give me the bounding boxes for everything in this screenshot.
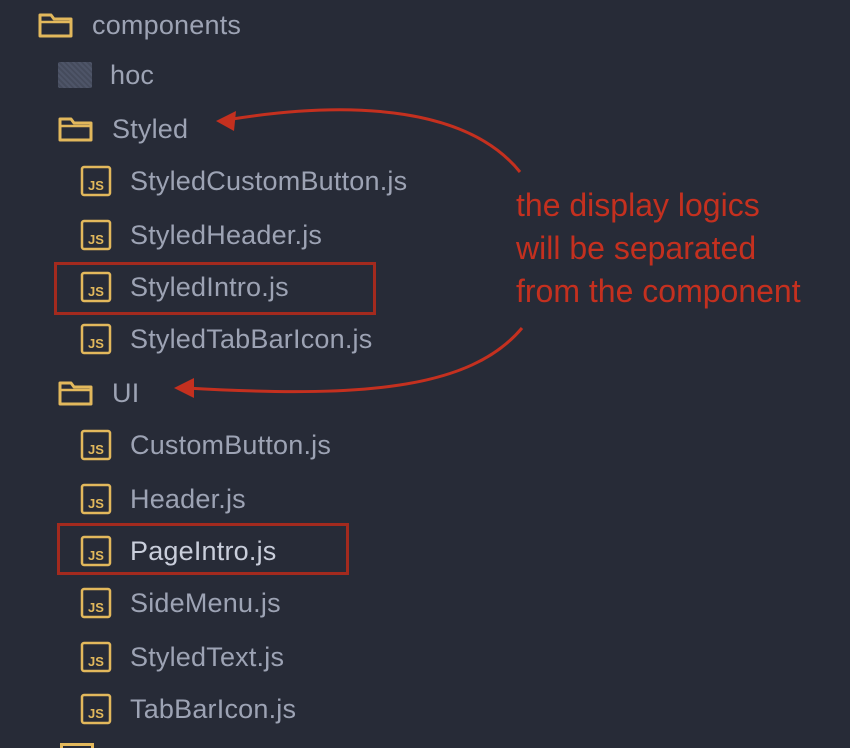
annotation-arrows bbox=[174, 108, 524, 398]
arrowhead-ui bbox=[174, 378, 194, 398]
annotation-line: will be separated bbox=[516, 230, 757, 266]
annotation-line: from the component bbox=[516, 273, 801, 309]
arrow-to-ui-folder bbox=[185, 327, 524, 394]
annotation-note: the display logics will be separated fro… bbox=[516, 184, 801, 313]
arrowhead-styled bbox=[216, 111, 236, 131]
arrow-to-styled-folder bbox=[225, 108, 522, 173]
file-explorer: components hoc Styled JS StyledCustomBut… bbox=[0, 0, 850, 748]
annotation-line: the display logics bbox=[516, 187, 760, 223]
